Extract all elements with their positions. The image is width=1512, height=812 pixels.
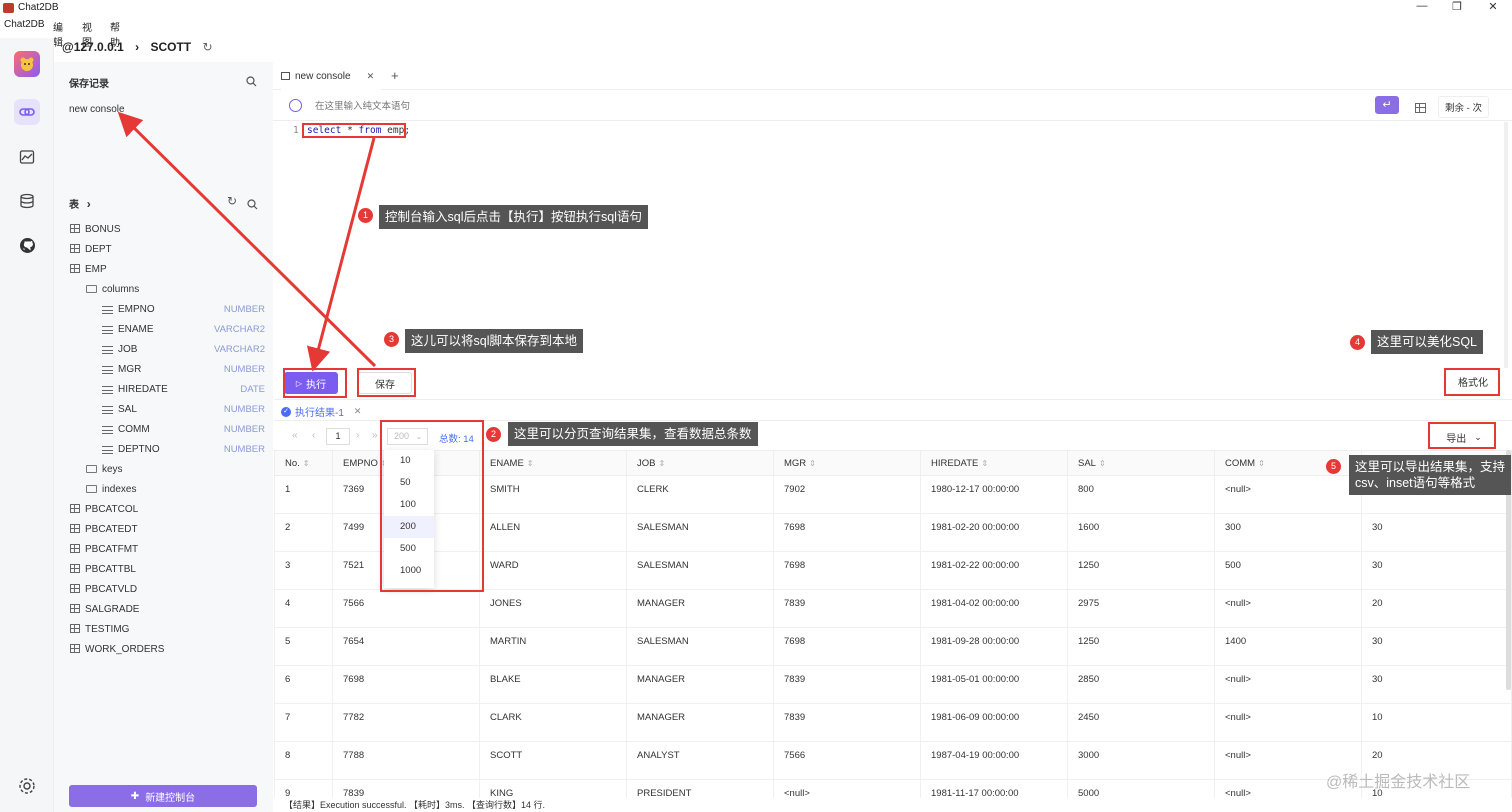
annotation-number: 1 [358, 208, 373, 223]
annotation-number: 3 [384, 332, 399, 347]
annotation-number: 5 [1326, 459, 1341, 474]
annotation-5: 这里可以导出结果集，支持 csv、inset语句等格式 [1349, 455, 1511, 495]
annotation-3: 这儿可以将sql脚本保存到本地 [405, 329, 583, 353]
annotation-4: 这里可以美化SQL [1371, 330, 1484, 354]
annotation-1: 控制台输入sql后点击【执行】按钮执行sql语句 [379, 205, 648, 229]
annotation-2: 这里可以分页查询结果集，查看数据总条数 [508, 422, 758, 446]
annotation-arrows [117, 111, 377, 372]
annotation-number: 4 [1350, 335, 1365, 350]
annotation-number: 2 [486, 427, 501, 442]
